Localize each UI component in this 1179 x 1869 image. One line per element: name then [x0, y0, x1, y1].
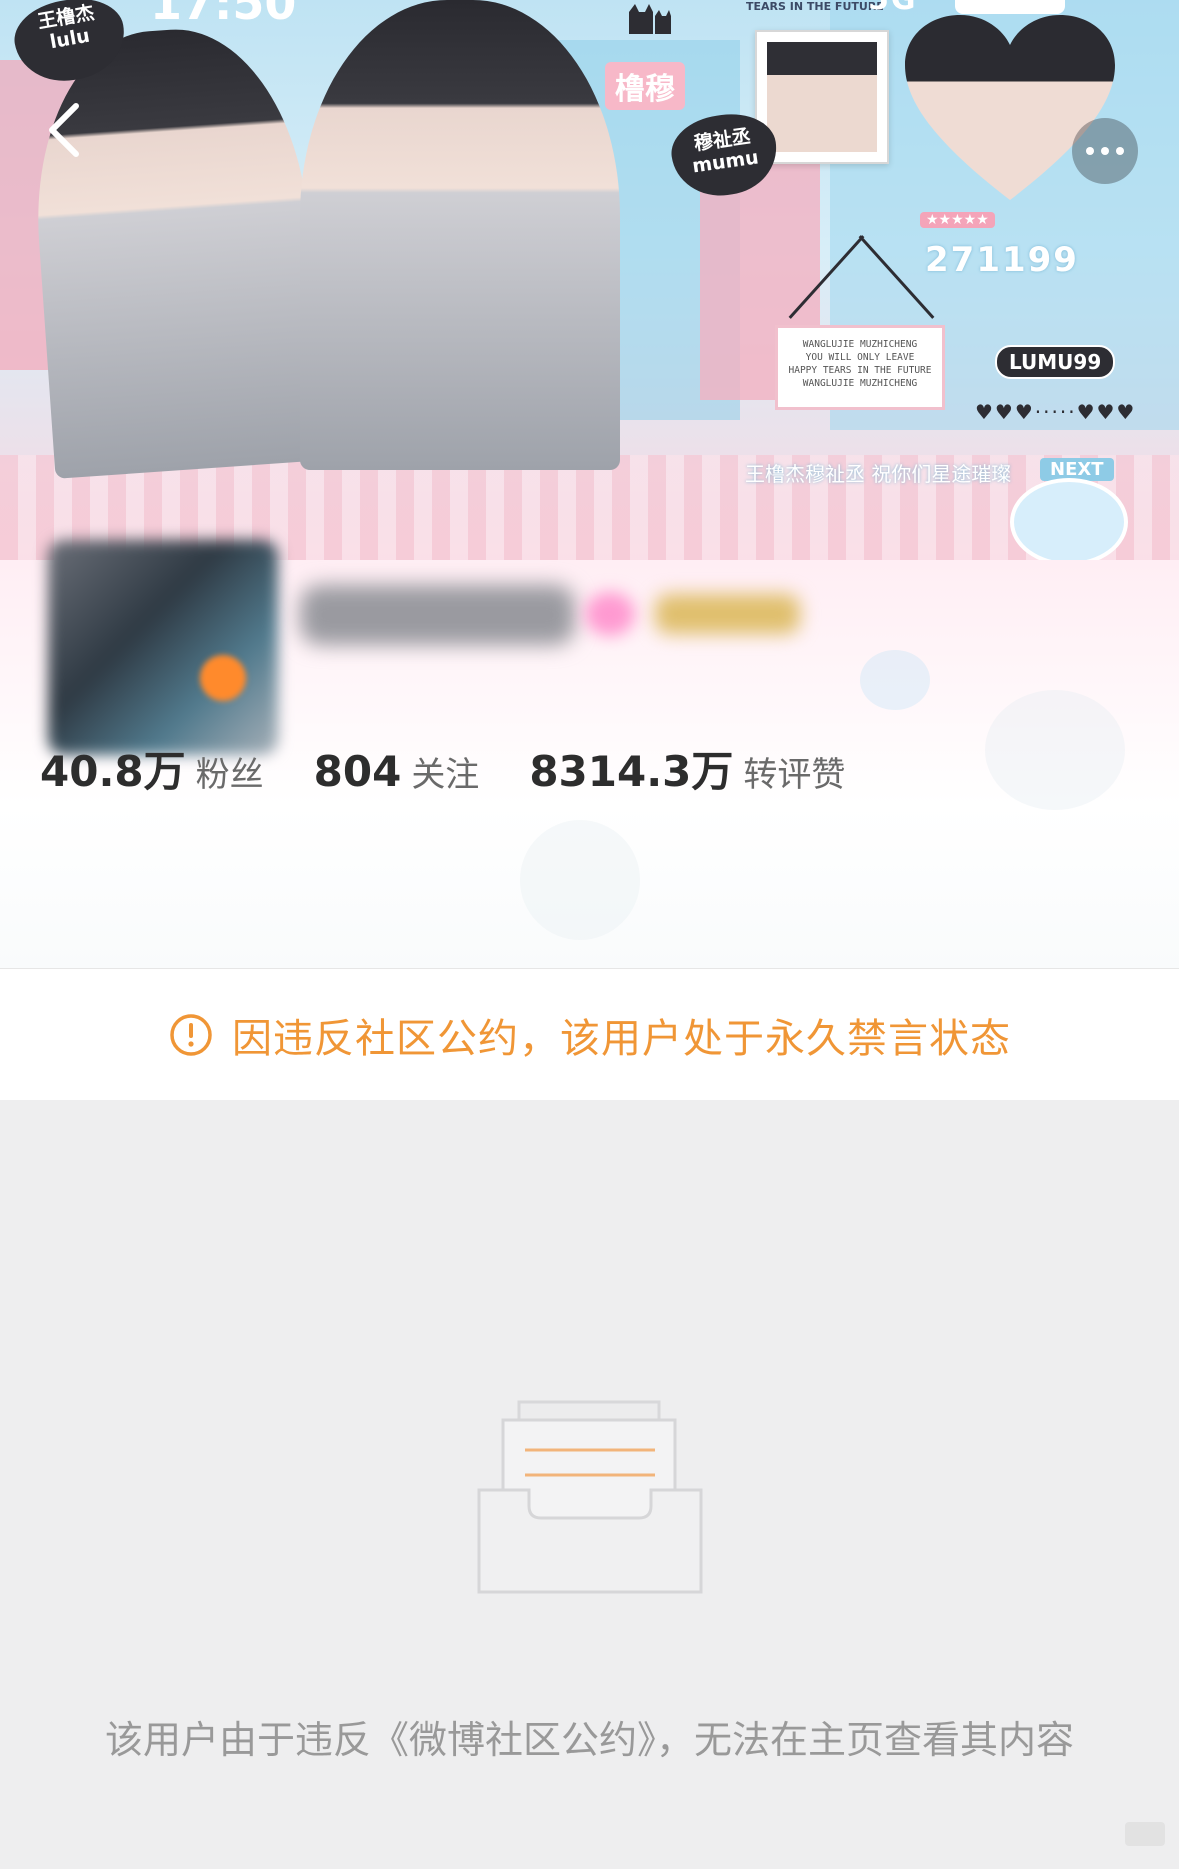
- empty-inbox-icon: [475, 1400, 705, 1604]
- deco-dot: [520, 820, 640, 940]
- stat-label: 关注: [411, 755, 480, 795]
- network-indicator: 5G: [868, 0, 918, 17]
- battery-icon: [955, 0, 1065, 14]
- cover-photo-person-left: [24, 21, 326, 479]
- profile-header: 40.8万 粉丝 804 关注 8314.3万 转评赞: [0, 540, 1179, 968]
- cover-stars-tag: ★★★★★: [920, 212, 995, 228]
- cover-number-tag: 271199: [925, 240, 1079, 280]
- cover-hanging-sign: WANGLUJIE MUZHICHENG YOU WILL ONLY LEAVE…: [775, 325, 945, 410]
- ban-notice: 因违反社区公约，该用户处于永久禁言状态: [0, 969, 1179, 1100]
- stat-interactions[interactable]: 8314.3万 转评赞: [529, 738, 845, 799]
- profile-content-empty: 该用户由于违反《微博社区公约》，无法在主页查看其内容: [0, 1100, 1179, 1869]
- stat-following[interactable]: 804 关注: [314, 747, 480, 796]
- more-button[interactable]: [1060, 106, 1150, 196]
- back-button[interactable]: [34, 100, 94, 160]
- scroll-indicator: [1125, 1822, 1165, 1846]
- stat-value: 8314.3万: [529, 747, 734, 796]
- status-time: 17:50: [150, 0, 297, 30]
- sign-line: WANGLUJIE MUZHICHENG: [802, 378, 918, 389]
- cover-photo-person-center: [300, 0, 620, 470]
- username-blurred: [300, 585, 575, 645]
- cover-candy-deco: [1010, 478, 1128, 560]
- more-icon: [1072, 118, 1138, 184]
- cover-name-tag: 橹穆: [605, 62, 685, 110]
- cat-icon: [625, 0, 673, 44]
- level-badge-blurred: [655, 594, 800, 634]
- cover-tears-tag: TEARS IN THE FUTURE: [746, 0, 884, 13]
- stat-label: 粉丝: [195, 755, 264, 795]
- stat-followers[interactable]: 40.8万 粉丝: [40, 738, 264, 799]
- profile-stats: 40.8万 粉丝 804 关注 8314.3万 转评赞: [40, 738, 845, 798]
- deco-dot: [985, 690, 1125, 810]
- back-icon: [49, 103, 79, 157]
- stat-label: 转评赞: [743, 755, 846, 795]
- avatar-badge: [200, 655, 246, 701]
- sign-line: WANGLUJIE MUZHICHENG: [802, 339, 918, 350]
- cover-lumu-tag: LUMU99: [995, 345, 1116, 379]
- sign-line: YOU WILL ONLY LEAVE: [805, 352, 915, 363]
- stat-value: 804: [313, 747, 402, 796]
- ban-notice-text: 因违反社区公约，该用户处于永久禁言状态: [232, 1015, 1011, 1062]
- cover-hearts-row: ♥♥♥·····♥♥♥: [975, 400, 1137, 424]
- sign-line: HAPPY TEARS IN THE FUTURE: [788, 365, 932, 376]
- empty-state-message: 该用户由于违反《微博社区公约》，无法在主页查看其内容: [104, 1718, 1074, 1762]
- warning-circle-icon: [170, 1013, 212, 1056]
- avatar[interactable]: [48, 540, 278, 755]
- cover-bless-text: 王橹杰穆祉丞 祝你们星途璀璨: [745, 462, 1012, 486]
- stat-value: 40.8万: [40, 747, 186, 796]
- profile-cover-banner[interactable]: 王橹杰 lulu 穆祉丞 mumu 橹穆 TEARS IN THE FUTURE…: [0, 0, 1179, 560]
- cat-icon-svg: [629, 4, 671, 34]
- member-badge-blurred: [585, 592, 635, 636]
- deco-dot: [860, 650, 930, 710]
